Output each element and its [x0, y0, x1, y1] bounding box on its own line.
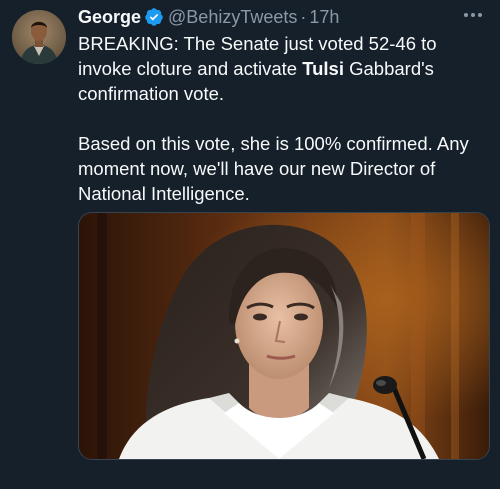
- separator-dot: ·: [300, 7, 307, 27]
- author-handle[interactable]: @BehizyTweets: [168, 6, 297, 28]
- timestamp[interactable]: 17h: [309, 6, 339, 28]
- tweet-header: George @BehizyTweets · 17h: [78, 6, 339, 28]
- author-name[interactable]: George: [78, 6, 141, 28]
- tweet-text: BREAKING: The Senate just voted 52-46 to…: [78, 31, 493, 206]
- more-options-icon[interactable]: [460, 4, 486, 26]
- tweet-photo[interactable]: [78, 212, 490, 460]
- avatar[interactable]: [12, 10, 66, 64]
- tweet-text-bold: Tulsi: [302, 58, 344, 79]
- tweet-paragraph-1: BREAKING: The Senate just voted 52-46 to…: [78, 31, 493, 106]
- tweet-paragraph-2: Based on this vote, she is 100% confirme…: [78, 133, 469, 204]
- tweet-card[interactable]: George @BehizyTweets · 17h BREAKING: The…: [0, 0, 500, 489]
- verified-badge-icon: [144, 7, 164, 27]
